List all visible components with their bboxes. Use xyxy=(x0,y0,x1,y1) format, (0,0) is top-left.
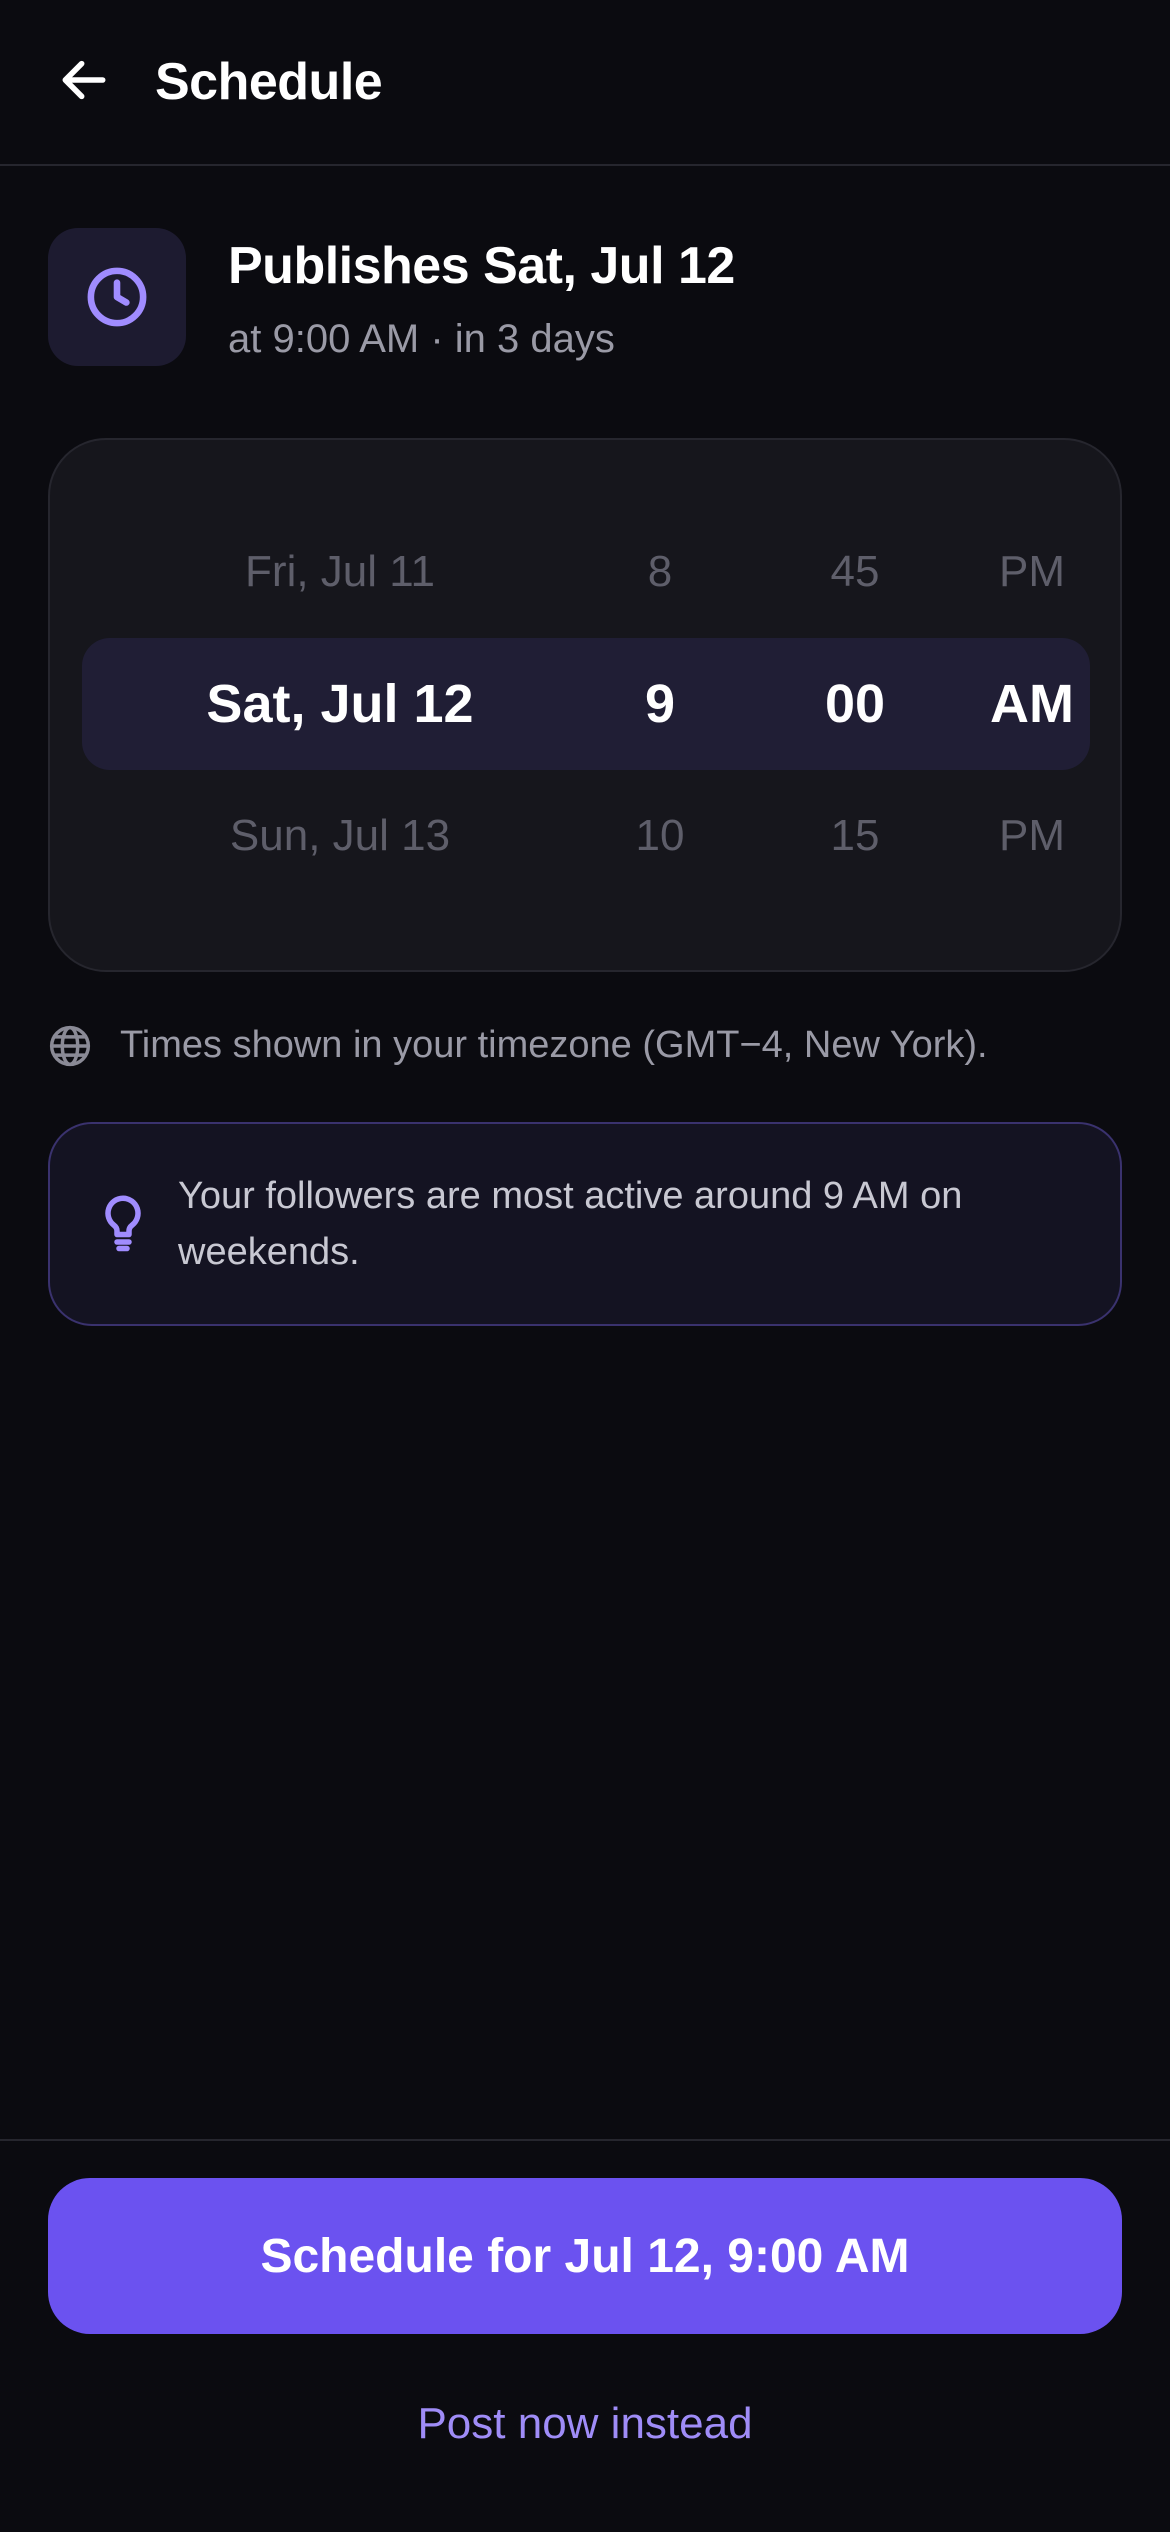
picker-minute-selected[interactable]: 00 xyxy=(790,638,920,770)
globe-icon xyxy=(49,1025,91,1067)
footer-divider xyxy=(0,2139,1170,2141)
timezone-note: Times shown in your timezone (GMT−4, New… xyxy=(120,1024,988,1066)
engagement-tip-card: Your followers are most active around 9 … xyxy=(48,1122,1122,1326)
page-title: Schedule xyxy=(155,53,383,111)
clock-icon xyxy=(87,267,147,327)
summary-icon-tile xyxy=(48,228,186,366)
picker-minute-option[interactable]: 15 xyxy=(790,770,920,902)
picker-hour-option[interactable]: 10 xyxy=(590,770,730,902)
picker-minute-option[interactable]: 45 xyxy=(790,506,920,638)
picker-row-selected: Sat, Jul 12 9 00 AM xyxy=(50,638,1124,770)
date-time-picker[interactable]: Fri, Jul 11 8 45 PM Sat, Jul 12 9 00 AM … xyxy=(48,438,1122,972)
picker-hour-option[interactable]: 8 xyxy=(590,506,730,638)
picker-period-option[interactable]: PM xyxy=(960,770,1104,902)
arrow-left-icon xyxy=(62,60,106,100)
publish-date-title: Publishes Sat, Jul 12 xyxy=(228,237,735,295)
header-bar: Schedule xyxy=(0,0,1170,166)
picker-period-option[interactable]: PM xyxy=(960,506,1104,638)
schedule-screen: Schedule Publishes Sat, Jul 12 at 9:00 A… xyxy=(0,0,1170,2532)
schedule-button[interactable]: Schedule for Jul 12, 9:00 AM xyxy=(48,2178,1122,2334)
picker-row-previous: Fri, Jul 11 8 45 PM xyxy=(50,506,1124,638)
picker-period-selected[interactable]: AM xyxy=(960,638,1104,770)
picker-row-next: Sun, Jul 13 10 15 PM xyxy=(50,770,1124,902)
picker-hour-selected[interactable]: 9 xyxy=(590,638,730,770)
picker-date-option[interactable]: Sun, Jul 13 xyxy=(90,770,590,902)
publish-time-subtitle: at 9:00 AM · in 3 days xyxy=(228,317,615,361)
engagement-tip-text: Your followers are most active around 9 … xyxy=(178,1175,963,1273)
picker-date-option[interactable]: Fri, Jul 11 xyxy=(90,506,590,638)
lightbulb-icon xyxy=(105,1195,141,1252)
post-now-link[interactable]: Post now instead xyxy=(0,2394,1170,2454)
picker-date-selected[interactable]: Sat, Jul 12 xyxy=(90,638,590,770)
back-button[interactable] xyxy=(48,44,120,116)
